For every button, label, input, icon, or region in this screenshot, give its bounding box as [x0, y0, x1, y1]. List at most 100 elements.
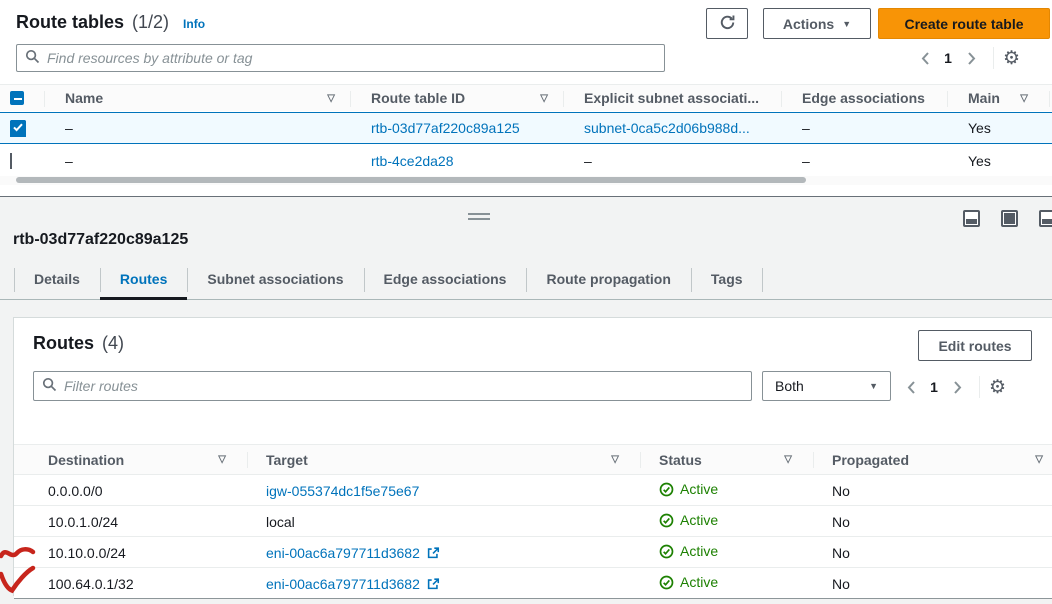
route-table-id-link[interactable]: rtb-03d77af220c89a125 [371, 120, 520, 136]
external-link-icon[interactable] [426, 577, 440, 591]
routes-card: Routes (4) Edit routes Both ▼ 1 ⚙︎ [13, 317, 1052, 596]
table-row[interactable]: – rtb-03d77af220c89a125 subnet-0ca5c2d06… [0, 112, 1052, 144]
caret-down-icon: ▼ [869, 381, 878, 391]
create-route-table-label: Create route table [904, 16, 1023, 32]
column-header-edge-associations[interactable]: Edge associations [782, 85, 948, 111]
status-active-icon [659, 482, 674, 497]
cell-propagated: No [814, 514, 1052, 530]
sort-icon: ▽ [784, 454, 792, 465]
horizontal-scrollbar [0, 176, 1052, 185]
select-all-checkbox[interactable] [10, 91, 24, 105]
column-header-target[interactable]: Target ▽ [248, 445, 641, 474]
scrollbar-thumb[interactable] [16, 177, 806, 183]
tab-subnet-associations[interactable]: Subnet associations [187, 259, 363, 299]
column-header-name[interactable]: Name ▽ [45, 85, 351, 111]
column-header-destination[interactable]: Destination ▽ [14, 445, 248, 474]
create-route-table-button[interactable]: Create route table [878, 8, 1050, 39]
sort-icon: ▽ [1035, 454, 1043, 465]
chevron-right-icon[interactable] [958, 46, 984, 70]
cell-destination: 10.10.0.0/24 [14, 545, 248, 561]
detail-tabs: Details Routes Subnet associations Edge … [0, 259, 1052, 300]
table-row[interactable]: – rtb-4ce2da28 – – Yes [0, 145, 1052, 177]
cell-subnet: – [564, 153, 782, 169]
sort-icon: ▽ [1020, 93, 1028, 104]
routes-filter-input[interactable] [64, 378, 751, 394]
search-icon [42, 377, 57, 395]
tab-details[interactable]: Details [14, 259, 100, 299]
tab-route-propagation[interactable]: Route propagation [526, 259, 690, 299]
detail-heading: rtb-03d77af220c89a125 [13, 231, 188, 249]
routes-table-header: Destination ▽ Target ▽ Status ▽ Propagat… [14, 444, 1052, 475]
external-link-icon[interactable] [426, 546, 440, 560]
cell-destination: 100.64.0.1/32 [14, 576, 248, 592]
route-row: 10.0.1.0/24 local Active No [14, 507, 1052, 537]
cell-destination: 0.0.0.0/0 [14, 483, 248, 499]
sort-icon: ▽ [540, 93, 548, 104]
status-badge: Active [659, 512, 718, 528]
target-link[interactable]: eni-00ac6a797711d3682 [266, 545, 420, 561]
route-table-id-link[interactable]: rtb-4ce2da28 [371, 153, 454, 169]
cell-propagated: No [814, 545, 1052, 561]
column-header-route-table-id[interactable]: Route table ID ▽ [351, 85, 564, 111]
cell-edge: – [782, 120, 948, 136]
column-header-explicit-subnet[interactable]: Explicit subnet associati... [564, 85, 782, 111]
resource-search-box [16, 44, 665, 72]
search-input[interactable] [47, 50, 664, 66]
cell-name: – [45, 120, 351, 136]
settings-gear-icon[interactable]: ⚙︎ [1003, 49, 1020, 68]
settings-gear-icon[interactable]: ⚙︎ [989, 378, 1006, 397]
caret-down-icon: ▼ [842, 19, 851, 29]
sort-icon: ▽ [327, 93, 335, 104]
cell-destination: 10.0.1.0/24 [14, 514, 248, 530]
page-number[interactable]: 1 [924, 379, 944, 395]
row-checkbox-checked[interactable] [10, 120, 26, 137]
status-badge: Active [659, 574, 718, 590]
route-row: 100.64.0.1/32 eni-00ac6a797711d3682 Acti… [14, 569, 1052, 599]
target-link[interactable]: igw-055374dc1f5e75e67 [266, 483, 419, 499]
refresh-icon [719, 14, 736, 34]
cell-edge: – [782, 153, 948, 169]
cell-target: local [248, 514, 641, 530]
refresh-button[interactable] [706, 8, 748, 39]
column-header-main[interactable]: Main ▽ [948, 85, 1052, 111]
page-title-count: (1/2) [132, 12, 169, 33]
route-tables-table-header: Name ▽ Route table ID ▽ Explicit subnet … [0, 84, 1052, 111]
routes-card-title: Routes (4) [33, 333, 124, 354]
chevron-left-icon[interactable] [912, 46, 938, 70]
actions-button-label: Actions [783, 16, 834, 32]
cell-propagated: No [814, 483, 1052, 499]
chevron-left-icon[interactable] [898, 375, 924, 399]
search-icon [25, 49, 40, 67]
route-type-select-value: Both [775, 378, 869, 394]
target-link[interactable]: eni-00ac6a797711d3682 [266, 576, 420, 592]
tab-routes[interactable]: Routes [100, 259, 187, 299]
panel-layout-bottom-icon[interactable] [963, 210, 980, 227]
panel-layout-side-icon[interactable] [1039, 210, 1052, 227]
panel-layout-full-icon[interactable] [1001, 210, 1018, 227]
tab-edge-associations[interactable]: Edge associations [364, 259, 527, 299]
route-row: 10.10.0.0/24 eni-00ac6a797711d3682 Activ… [14, 538, 1052, 568]
page-number[interactable]: 1 [938, 50, 958, 66]
route-tables-list-section: Route tables (1/2) Info Actions ▼ Create… [0, 0, 1052, 196]
chevron-right-icon[interactable] [944, 375, 970, 399]
tab-tags[interactable]: Tags [691, 259, 763, 299]
column-header-propagated[interactable]: Propagated ▽ [814, 445, 1052, 474]
subnet-association-link[interactable]: subnet-0ca5c2d06b988d... [584, 120, 750, 136]
row-checkbox[interactable] [10, 153, 12, 169]
cell-main: Yes [948, 120, 1052, 136]
routes-filter-box [33, 371, 752, 401]
panel-drag-handle[interactable] [468, 213, 490, 220]
page-title-text: Route tables [16, 12, 124, 33]
panel-layout-switcher [963, 210, 1052, 227]
detail-split-panel: rtb-03d77af220c89a125 Details Routes Sub… [0, 196, 1052, 604]
pagination-routes: 1 ⚙︎ [898, 374, 1006, 400]
info-link[interactable]: Info [183, 17, 205, 31]
route-type-select[interactable]: Both ▼ [762, 371, 891, 401]
status-badge: Active [659, 543, 718, 559]
edit-routes-button[interactable]: Edit routes [918, 330, 1032, 361]
actions-button[interactable]: Actions ▼ [763, 8, 871, 39]
status-active-icon [659, 513, 674, 528]
page-title: Route tables (1/2) Info [16, 12, 205, 33]
column-header-status[interactable]: Status ▽ [641, 445, 814, 474]
route-row: 0.0.0.0/0 igw-055374dc1f5e75e67 Active N… [14, 476, 1052, 506]
